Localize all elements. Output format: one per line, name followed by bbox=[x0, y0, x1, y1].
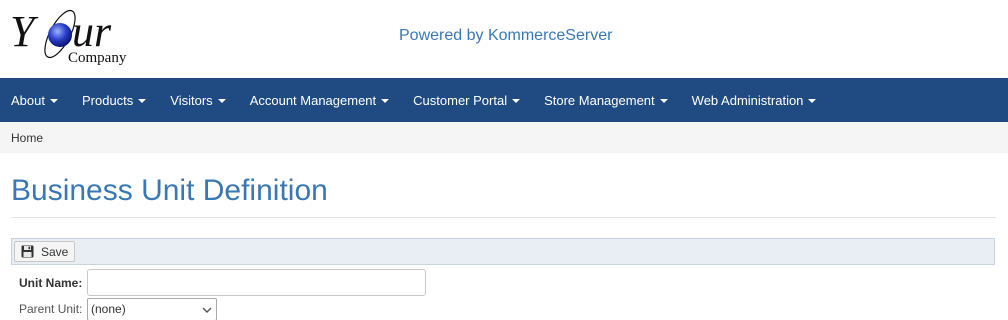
powered-by-text: Powered by KommerceServer bbox=[399, 27, 613, 44]
floppy-disk-icon bbox=[21, 245, 34, 258]
save-button-label: Save bbox=[41, 244, 69, 259]
form-toolbar: Save bbox=[11, 238, 995, 265]
breadcrumb-home-link[interactable]: Home bbox=[11, 131, 43, 145]
svg-text:Company: Company bbox=[68, 50, 127, 66]
nav-item-label: Web Administration bbox=[691, 92, 804, 108]
parent-unit-row: Parent Unit: (none) bbox=[19, 297, 217, 320]
nav-item-web-administration[interactable]: Web Administration bbox=[681, 78, 830, 122]
parent-unit-label: Parent Unit: bbox=[19, 302, 83, 316]
svg-text:ur: ur bbox=[72, 7, 112, 56]
nav-item-label: Visitors bbox=[170, 92, 213, 108]
nav-item-customer-portal[interactable]: Customer Portal bbox=[402, 78, 533, 122]
nav-item-label: Store Management bbox=[544, 92, 655, 108]
nav-item-label: About bbox=[11, 92, 45, 108]
caret-down-icon bbox=[659, 99, 668, 103]
breadcrumb: Home bbox=[0, 122, 1008, 153]
nav-item-label: Products bbox=[81, 92, 134, 108]
caret-down-icon bbox=[217, 99, 226, 103]
save-button[interactable]: Save bbox=[14, 241, 76, 262]
unit-name-label: Unit Name: bbox=[19, 275, 83, 290]
nav-item-visitors[interactable]: Visitors bbox=[159, 78, 238, 122]
nav-item-about[interactable]: About bbox=[0, 78, 71, 122]
nav-item-store-management[interactable]: Store Management bbox=[533, 78, 681, 122]
caret-down-icon bbox=[512, 99, 521, 103]
parent-unit-select[interactable]: (none) bbox=[87, 297, 217, 320]
title-divider bbox=[11, 217, 996, 218]
site-header: Y ur Company Powered by KommerceServer bbox=[0, 0, 1008, 78]
caret-down-icon bbox=[381, 99, 390, 103]
unit-name-row: Unit Name: bbox=[19, 269, 426, 296]
nav-item-label: Account Management bbox=[249, 92, 377, 108]
unit-name-input[interactable] bbox=[87, 269, 426, 296]
nav-item-products[interactable]: Products bbox=[71, 78, 159, 122]
parent-unit-selected-value: (none) bbox=[91, 302, 126, 316]
caret-down-icon bbox=[49, 99, 58, 103]
nav-item-account-management[interactable]: Account Management bbox=[239, 78, 402, 122]
company-logo[interactable]: Y ur Company bbox=[10, 6, 150, 70]
svg-text:Y: Y bbox=[10, 7, 39, 56]
chevron-down-icon bbox=[202, 307, 212, 313]
caret-down-icon bbox=[808, 99, 817, 103]
page-title: Business Unit Definition bbox=[11, 174, 328, 207]
caret-down-icon bbox=[138, 99, 147, 103]
main-navbar: About Products Visitors Account Manageme… bbox=[0, 78, 1008, 122]
nav-item-label: Customer Portal bbox=[413, 92, 508, 108]
